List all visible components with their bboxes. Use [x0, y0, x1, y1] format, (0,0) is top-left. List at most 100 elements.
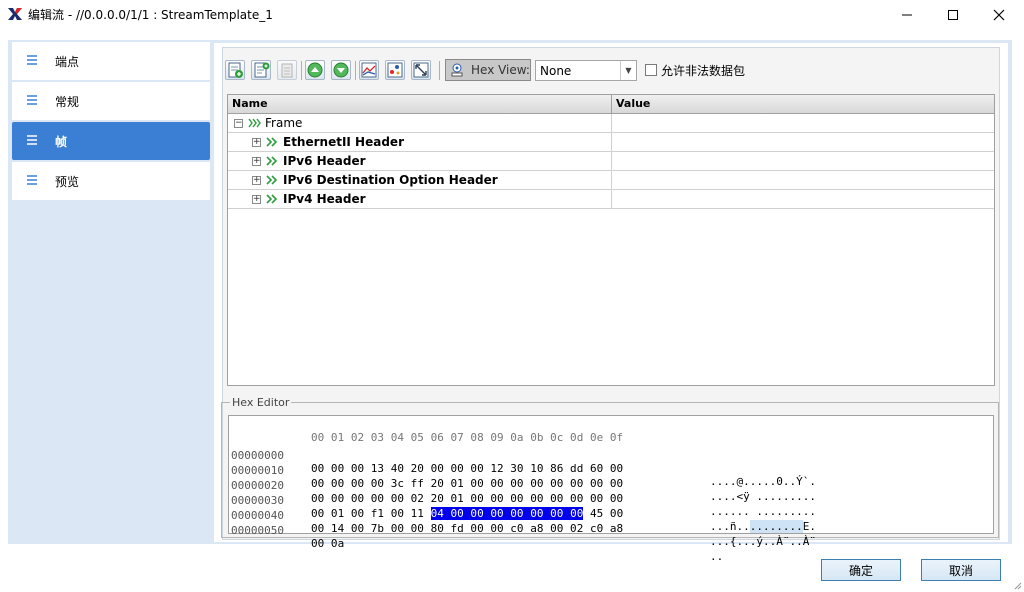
hex-editor-title: Hex Editor [230, 396, 292, 409]
move-down-icon [333, 62, 349, 78]
hex-view-button[interactable]: Hex View: [445, 59, 531, 81]
maximize-icon [948, 10, 958, 20]
tree-row[interactable]: + EthernetII Header [228, 133, 994, 152]
hex-bytes-text: 00 00 00 00 00 02 20 01 00 00 00 00 00 0… [311, 492, 624, 505]
hex-ascii: ....<ÿ ......... [710, 490, 816, 503]
hex-bytes[interactable]: 00 14 00 7b 00 00 80 fd 00 00 c0 a8 00 0… [311, 522, 623, 535]
list-icon [27, 175, 37, 185]
minimize-button[interactable] [884, 0, 930, 30]
hex-bytes-text: 00 00 00 00 3c ff 20 01 00 00 00 00 00 0… [311, 477, 624, 490]
paste-doc-icon [281, 63, 293, 78]
resize-grip-icon[interactable] [1012, 580, 1022, 590]
expand-icon[interactable]: + [252, 195, 261, 204]
hex-view-select[interactable]: None ▼ [535, 60, 637, 81]
tree-row-label: EthernetII Header [283, 135, 404, 149]
resize-button[interactable] [411, 60, 431, 80]
minimize-icon [902, 14, 912, 16]
list-icon [27, 95, 37, 105]
hex-bytes[interactable]: 00 00 00 13 40 20 00 00 00 12 30 10 86 d… [311, 462, 623, 475]
hex-ascii: ...{...ý..À¨..À¨ [710, 535, 816, 548]
hex-bytes-text: 45 00 [583, 507, 624, 520]
row-divider [611, 114, 612, 133]
toolbar: Hex View: None ▼ 允许非法数据包 [223, 58, 999, 84]
list-icon [27, 135, 37, 145]
hex-selection: 04 00 00 00 00 00 00 00 [430, 507, 584, 520]
hex-bytes[interactable]: 00 0a [311, 537, 344, 550]
frame-editor: Hex View: None ▼ 允许非法数据包 Name Value − Fr… [221, 47, 1000, 563]
allow-illegal-label: 允许非法数据包 [661, 64, 746, 78]
insert-doc-icon [254, 62, 270, 78]
chevron-down-icon: ▼ [620, 61, 636, 80]
dots-button[interactable] [385, 60, 405, 80]
move-down-button[interactable] [331, 60, 351, 80]
title-bar: 编辑流 - //0.0.0.0/1/1 : StreamTemplate_1 [0, 0, 1024, 30]
chart-button[interactable] [359, 60, 379, 80]
dialog-content: 端点 常规 帧 预览 Hex View: None ▼ 允许非法数据包 Name… [8, 40, 1012, 563]
tree-row[interactable]: − Frame [228, 114, 994, 133]
hex-ascii: ...... ......... [710, 505, 816, 518]
hex-editor[interactable]: 00 01 02 03 04 05 06 07 08 09 0a 0b 0c 0… [228, 415, 994, 563]
ascii-text: ...ñ.. [710, 520, 750, 533]
row-divider [611, 133, 612, 152]
hex-address: 00000050 [231, 524, 284, 537]
sidebar-item-general[interactable]: 常规 [12, 82, 210, 120]
ascii-text: ...... ......... [710, 505, 816, 518]
chevron-right-icon [266, 194, 278, 204]
ascii-text: .. [710, 550, 724, 563]
insert-button[interactable] [251, 60, 271, 80]
add-button[interactable] [225, 60, 245, 80]
chevron-right-icon [266, 156, 278, 166]
sidebar-item-preview[interactable]: 预览 [12, 162, 210, 200]
column-name: Name [232, 97, 268, 110]
hex-row: 00000030 00 01 00 f1 00 11 04 00 00 00 0… [229, 481, 816, 533]
resize-icon [413, 62, 429, 78]
hex-bytes[interactable]: 00 00 00 00 00 02 20 01 00 00 00 00 00 0… [311, 492, 623, 505]
hex-editor-group: Hex Editor 00 01 02 03 04 05 06 07 08 09… [221, 396, 999, 563]
dots-icon [387, 62, 403, 78]
ok-button[interactable]: 确定 [821, 559, 901, 581]
hex-ascii: ...ñ..........E. [710, 520, 816, 533]
frame-tree: Name Value − Frame + EthernetII Header +… [227, 94, 995, 386]
hex-column-header: 00 01 02 03 04 05 06 07 08 09 0a 0b 0c 0… [311, 431, 624, 444]
toolbar-separator [301, 61, 302, 80]
hex-bytes-text: 00 0a [311, 537, 345, 550]
hex-bytes-text: 00 00 00 13 40 20 00 00 00 12 30 10 86 d… [311, 462, 624, 475]
expand-icon[interactable]: + [252, 176, 261, 185]
sidebar-item-endpoints[interactable]: 端点 [12, 42, 210, 80]
chart-icon [361, 62, 377, 78]
move-up-icon [307, 62, 323, 78]
close-button[interactable] [976, 0, 1022, 30]
sidebar-item-label: 预览 [55, 175, 80, 189]
add-doc-icon [228, 62, 243, 78]
list-icon [27, 55, 37, 65]
row-divider [611, 190, 612, 209]
hex-ascii: .. [710, 550, 723, 563]
tree-row-label: IPv6 Header [283, 154, 366, 168]
tree-row[interactable]: + IPv6 Header [228, 152, 994, 171]
hex-row: 00000000 00 00 00 13 40 20 00 00 00 12 3… [229, 436, 816, 488]
cancel-button[interactable]: 取消 [921, 559, 1001, 581]
hex-bytes[interactable]: 00 00 00 00 3c ff 20 01 00 00 00 00 00 0… [311, 477, 623, 490]
maximize-button[interactable] [930, 0, 976, 30]
tree-row[interactable]: + IPv6 Destination Option Header [228, 171, 994, 190]
toolbar-separator [355, 61, 356, 80]
hex-row: 00000020 00 00 00 00 00 02 20 01 00 00 0… [229, 466, 816, 518]
tree-row[interactable]: + IPv4 Header [228, 190, 994, 209]
hex-bytes-text: 00 14 00 7b 00 00 80 fd 00 00 c0 a8 00 0… [311, 522, 624, 535]
column-divider[interactable] [611, 95, 612, 114]
hex-row: 00000050 00 0a .. [229, 511, 723, 563]
hex-bytes[interactable]: 00 01 00 f1 00 11 04 00 00 00 00 00 00 0… [311, 507, 623, 520]
paste-button[interactable] [277, 60, 297, 80]
expand-icon[interactable]: + [252, 157, 261, 166]
window-title: 编辑流 - //0.0.0.0/1/1 : StreamTemplate_1 [28, 8, 273, 22]
hex-view-label: Hex View: [471, 63, 530, 77]
sidebar-item-label: 常规 [55, 95, 80, 109]
sidebar-item-frame[interactable]: 帧 [12, 122, 210, 160]
move-up-button[interactable] [305, 60, 325, 80]
expand-icon[interactable]: + [252, 138, 261, 147]
ascii-text: ...{...ý..À¨..À¨ [710, 535, 816, 548]
chevron-right-icon [248, 118, 261, 128]
collapse-icon[interactable]: − [234, 119, 243, 128]
sidebar: 端点 常规 帧 预览 [12, 42, 210, 200]
allow-illegal-checkbox[interactable] [645, 64, 657, 76]
